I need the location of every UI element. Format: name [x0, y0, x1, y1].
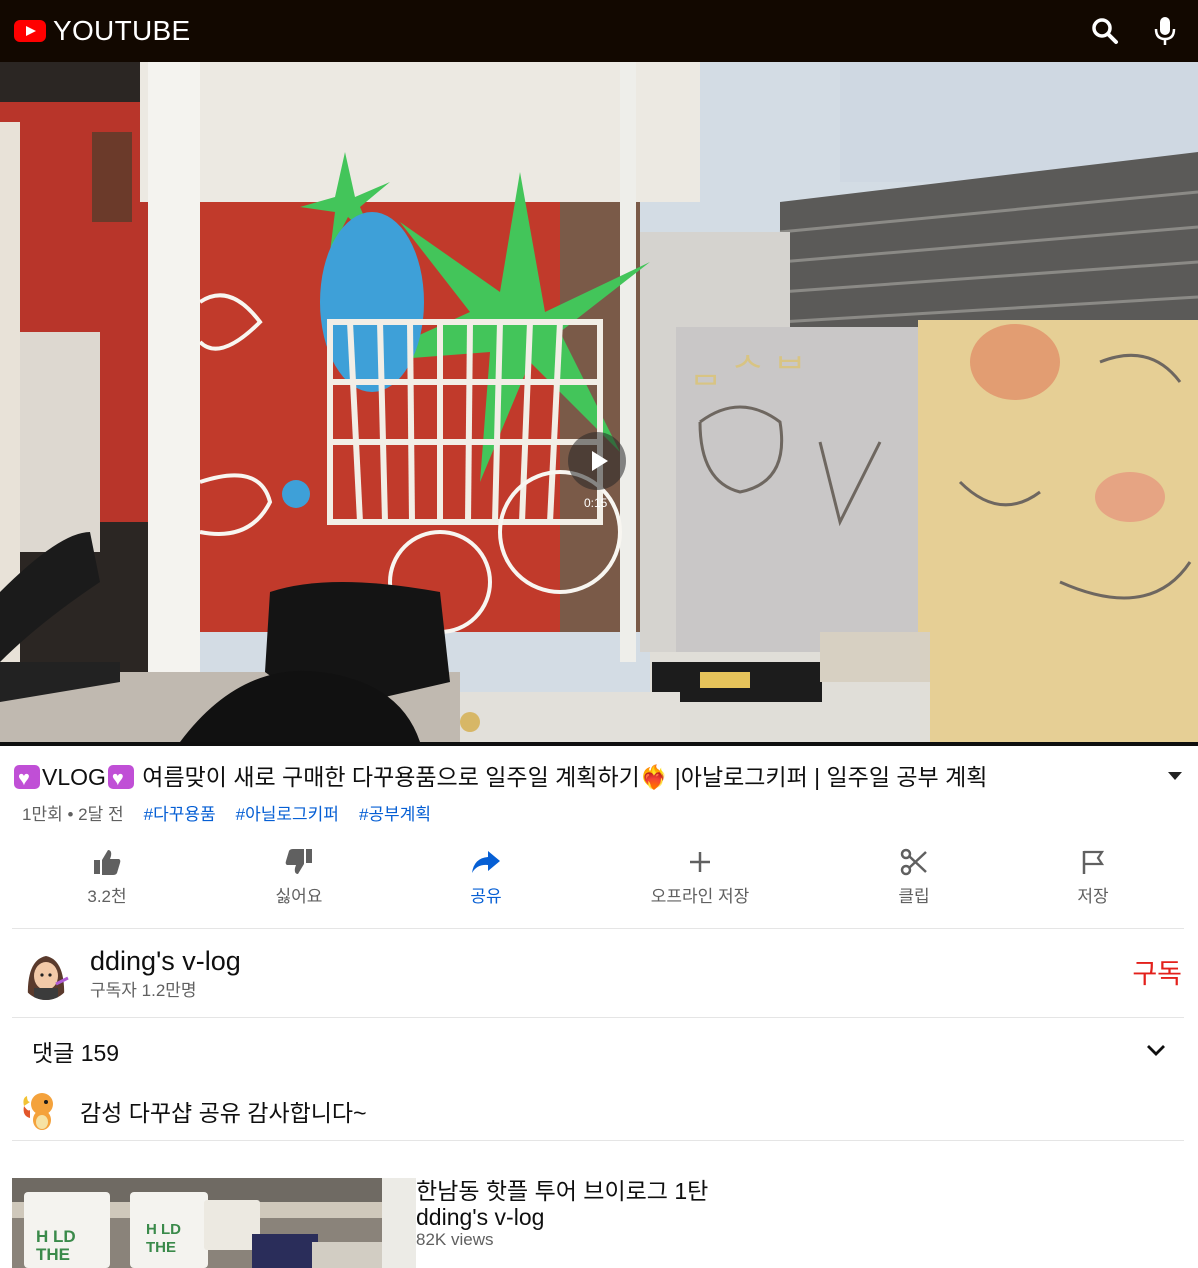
clip-button[interactable]: 클립 [834, 846, 994, 907]
title-text: 여름맞이 새로 구매한 다꾸용품으로 일주일 계획하기❤️‍🔥 |아날로그키퍼 … [135, 764, 988, 790]
recommended-title[interactable]: 한남동 핫플 투어 브이로그 1탄 [416, 1178, 708, 1204]
share-arrow-icon [472, 851, 500, 873]
clip-label: 클립 [898, 887, 930, 906]
video-meta: 1만회 • 2달 전 #다꾸용품 #아닐로그키퍼 #공부계획 [22, 800, 431, 825]
offline-save-label: 오프라인 저장 [650, 887, 750, 906]
meta-separator: • [67, 805, 74, 824]
channel-name[interactable]: dding's v-log [90, 946, 241, 977]
svg-text:H LD: H LD [36, 1227, 76, 1246]
save-label: 저장 [1077, 887, 1109, 906]
video-title-row[interactable]: VLOG 여름맞이 새로 구매한 다꾸용품으로 일주일 계획하기❤️‍🔥 |아날… [12, 760, 1186, 794]
save-button[interactable]: 저장 [1013, 846, 1173, 907]
channel-avatar[interactable] [20, 948, 72, 1000]
video-frame: ᆷ ᄉ ᄇ [0, 62, 1198, 742]
thumbnail-image: H LD THE H LD THE [12, 1178, 416, 1268]
subscriber-count: 구독자 1.2만명 [90, 981, 197, 1000]
top-comment-text: 감성 다꾸샵 공유 감사합니다~ [80, 1100, 367, 1126]
voice-search-button[interactable] [1146, 12, 1184, 50]
video-title: VLOG 여름맞이 새로 구매한 다꾸용품으로 일주일 계획하기❤️‍🔥 |아날… [12, 760, 1132, 794]
svg-text:THE: THE [36, 1245, 70, 1264]
upload-age: 2달 전 [78, 805, 124, 824]
video-player[interactable]: ᆷ ᄉ ᄇ 0:15 [0, 62, 1198, 742]
divider [12, 928, 1184, 929]
thumbs-down-icon [285, 849, 312, 874]
hashtag-link[interactable]: #공부계획 [359, 800, 431, 825]
search-icon [1092, 18, 1118, 44]
share-button[interactable]: 공유 [406, 846, 566, 907]
action-bar: 3.2천 싫어요 공유 오프라인 저장 클립 저장 [0, 846, 1198, 916]
video-duration: 0:15 [584, 496, 608, 510]
like-count: 3.2천 [87, 887, 127, 906]
hashtag-link[interactable]: #아닐로그키퍼 [236, 800, 339, 825]
title-prefix: VLOG [42, 764, 106, 790]
plus-icon [690, 852, 710, 872]
svg-text:H LD: H LD [146, 1221, 181, 1238]
progress-bar[interactable] [0, 742, 1198, 746]
recommended-views: 82K views [416, 1230, 494, 1249]
expand-description-icon[interactable] [1168, 772, 1182, 780]
share-label: 공유 [470, 887, 502, 906]
youtube-play-icon [14, 20, 46, 42]
flag-icon [1082, 850, 1105, 874]
divider [12, 1140, 1184, 1141]
youtube-logo[interactable]: YOUTUBE [14, 15, 190, 47]
channel-row[interactable]: dding's v-log 구독자 1.2만명 구독 [12, 930, 1184, 1016]
logo-text: YOUTUBE [53, 15, 191, 46]
search-button[interactable] [1086, 12, 1124, 50]
like-button[interactable]: 3.2천 [27, 846, 187, 907]
commenter-avatar[interactable] [18, 1088, 62, 1132]
dislike-label: 싫어요 [275, 887, 323, 906]
svg-text:THE: THE [146, 1239, 176, 1256]
view-count: 1만회 [22, 805, 63, 824]
purple-heart-icon [107, 762, 134, 794]
subscribe-button[interactable]: 구독 [1132, 952, 1182, 991]
microphone-icon [1154, 17, 1176, 45]
comments-header: 댓글 159 [32, 1040, 120, 1066]
scissors-icon [900, 848, 927, 876]
chevron-down-icon[interactable] [1144, 1038, 1168, 1062]
top-app-bar: YOUTUBE [0, 0, 1198, 62]
purple-heart-icon [14, 762, 40, 794]
recommended-thumbnail[interactable]: H LD THE H LD THE [12, 1178, 416, 1268]
recommended-channel: dding's v-log [416, 1204, 545, 1230]
comments-section[interactable]: 댓글 159 감성 다꾸샵 공유 감사합니다~ [12, 1018, 1184, 1140]
offline-save-button[interactable]: 오프라인 저장 [620, 846, 780, 907]
play-button[interactable] [568, 432, 626, 490]
dislike-button[interactable]: 싫어요 [219, 846, 379, 907]
recommended-video[interactable]: H LD THE H LD THE 한남동 핫플 투어 브이로그 1탄 ddin… [12, 1178, 1186, 1268]
thumbs-up-icon [94, 850, 121, 875]
avatar-image [20, 948, 72, 1000]
hashtag-link[interactable]: #다꾸용품 [144, 800, 216, 825]
svg-text:ᆷ ᄉ ᄇ: ᆷ ᄉ ᄇ [690, 351, 805, 391]
